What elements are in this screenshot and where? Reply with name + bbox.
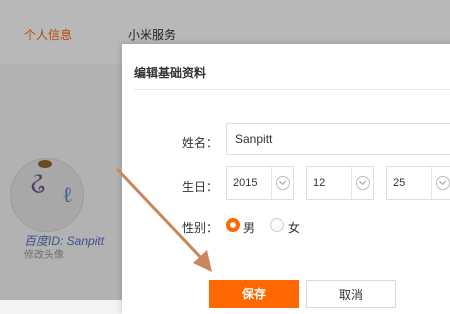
dialog-divider bbox=[134, 89, 450, 90]
birth-month-value: 12 bbox=[313, 177, 326, 189]
edit-profile-dialog: 编辑基础资料 姓名： Sanpitt 生日： 2015 12 25 性别： 男 … bbox=[122, 44, 450, 314]
dialog-title: 编辑基础资料 bbox=[134, 66, 207, 80]
chevron-down-icon[interactable] bbox=[356, 176, 370, 190]
cancel-button[interactable]: 取消 bbox=[306, 280, 396, 308]
save-button[interactable]: 保存 bbox=[209, 280, 299, 308]
birth-day-select[interactable]: 25 bbox=[386, 166, 450, 200]
select-divider bbox=[351, 167, 352, 199]
gender-label: 性别： bbox=[182, 221, 219, 235]
birth-month-select[interactable]: 12 bbox=[306, 166, 374, 200]
name-input[interactable]: Sanpitt bbox=[226, 123, 450, 155]
birthday-label: 生日： bbox=[182, 180, 219, 194]
radio-male-label[interactable]: 男 bbox=[243, 219, 255, 236]
birth-year-select[interactable]: 2015 bbox=[226, 166, 294, 200]
select-divider bbox=[271, 167, 272, 199]
birth-day-value: 25 bbox=[393, 177, 406, 189]
radio-male[interactable] bbox=[226, 218, 240, 232]
name-label: 姓名： bbox=[182, 136, 219, 150]
radio-female-label[interactable]: 女 bbox=[288, 219, 300, 236]
radio-female[interactable] bbox=[270, 218, 284, 232]
birth-year-value: 2015 bbox=[233, 177, 258, 189]
chevron-down-icon[interactable] bbox=[276, 176, 290, 190]
select-divider bbox=[431, 167, 432, 199]
chevron-down-icon[interactable] bbox=[436, 176, 450, 190]
